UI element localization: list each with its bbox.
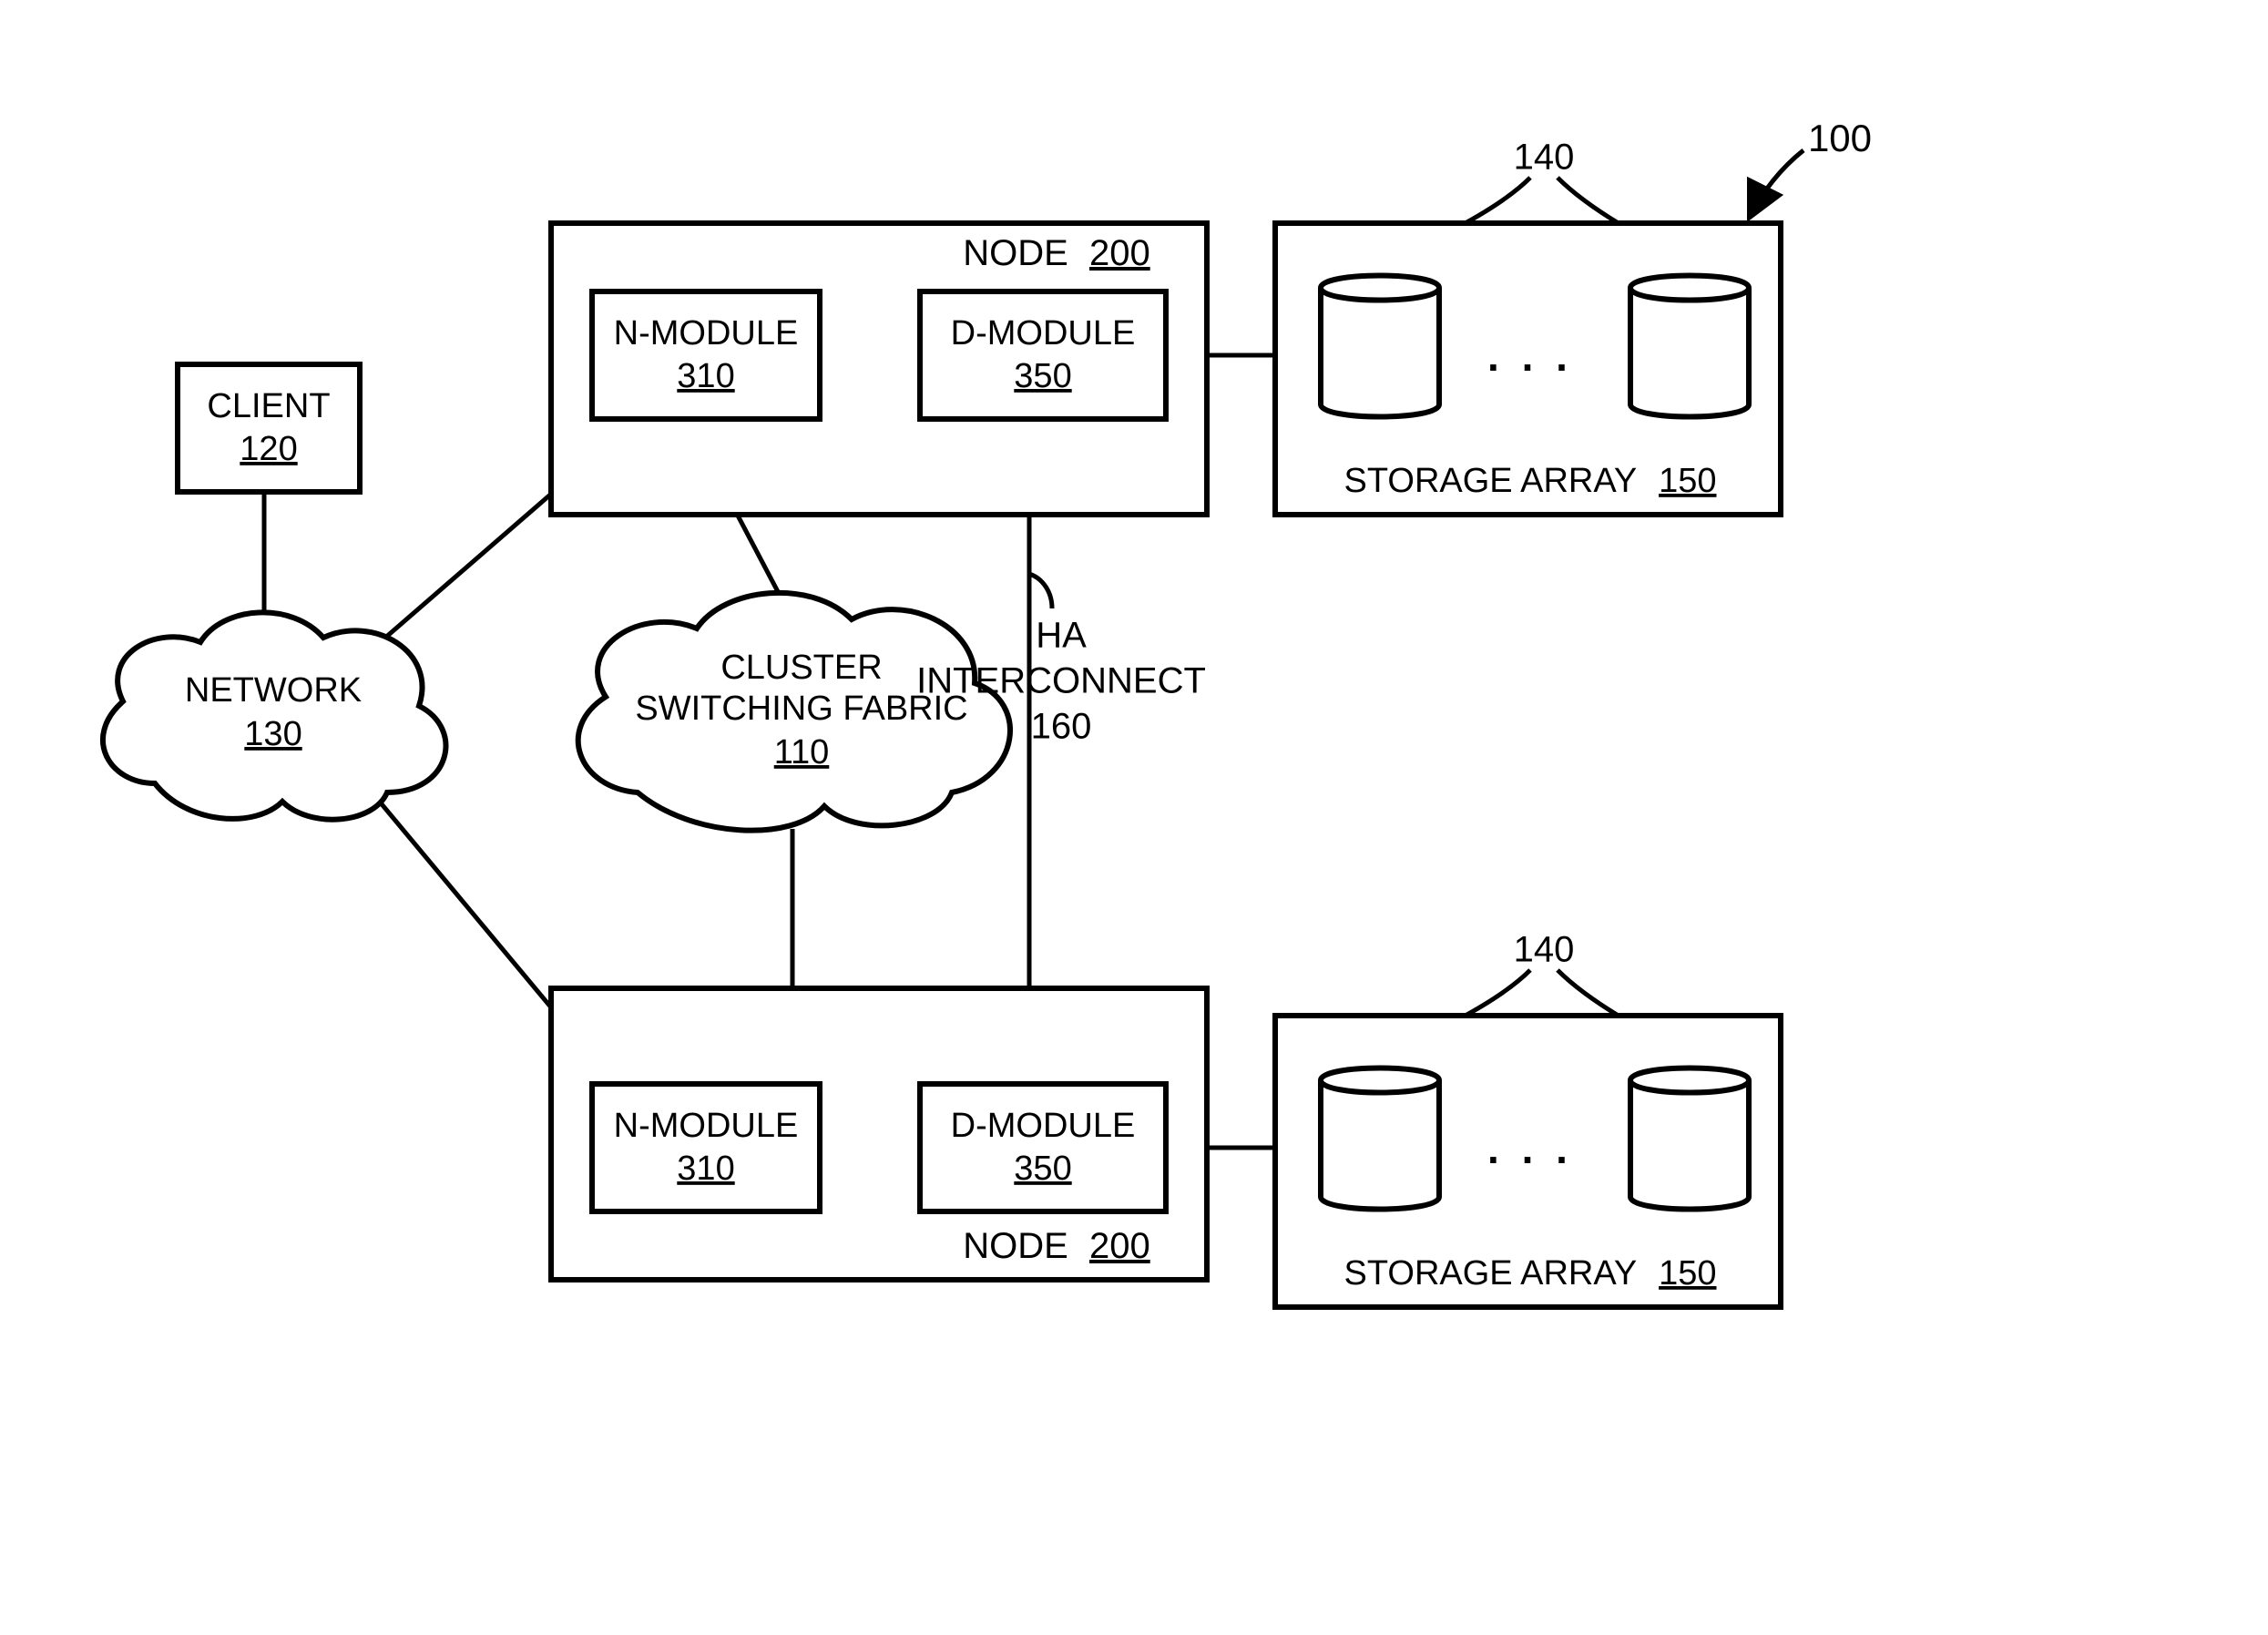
svg-text:STORAGE ARRAY 150: STORAGE ARRAY 150 [1344,462,1717,500]
storage-label: STORAGE ARRAY [1344,1254,1637,1293]
svg-text:NODE 200: NODE 200 [963,1226,1149,1266]
cluster-ref: 110 [774,733,830,772]
callout-100-arrow [1749,150,1803,219]
disk-ref-top: 140 [1514,138,1575,178]
storage-array-bottom: . . . STORAGE ARRAY 150 [1275,1016,1781,1307]
node-label: NODE [963,1226,1068,1266]
client-label: CLIENT [207,387,330,425]
nmod-label: N-MODULE [614,314,799,353]
d-module-top: D-MODULE 350 [920,291,1166,419]
n-module-top: N-MODULE 310 [592,291,820,419]
ha-callout-tick [1029,574,1052,608]
disk-ref-bottom: 140 [1514,930,1575,970]
ellipsis: . . . [1487,1125,1573,1172]
node-label: NODE [963,233,1068,273]
storage-ref: 150 [1659,462,1716,500]
disk-icon [1630,276,1749,417]
network-cloud: NETWORK 130 [103,612,445,819]
disk-icon [1630,1068,1749,1210]
overall-ref: 100 [1808,117,1872,159]
svg-text:NODE 200: NODE 200 [963,233,1149,273]
node-top: NODE 200 N-MODULE 310 D-MODULE 350 [551,223,1207,515]
cluster-fabric-cloud: CLUSTER SWITCHING FABRIC 110 [578,593,1010,831]
dmod-label: D-MODULE [951,314,1136,353]
dmod-ref: 350 [1014,357,1071,395]
nmod-label: N-MODULE [614,1107,799,1145]
ellipsis: . . . [1487,332,1573,380]
cluster-l1: CLUSTER [720,649,882,687]
storage-label: STORAGE ARRAY [1344,462,1637,500]
ha-l1: HA [1036,616,1087,656]
nmod-ref: 310 [677,1150,734,1188]
network-ref: 130 [244,715,301,753]
svg-text:STORAGE ARRAY 150: STORAGE ARRAY 150 [1344,1254,1717,1293]
storage-array-top: . . . STORAGE ARRAY 150 [1275,223,1781,515]
disk-icon [1321,1068,1439,1210]
n-module-bottom: N-MODULE 310 [592,1084,820,1211]
ha-ref: 160 [1031,707,1092,747]
nmod-ref: 310 [677,357,734,395]
d-module-bottom: D-MODULE 350 [920,1084,1166,1211]
node-ref: 200 [1089,1226,1150,1266]
client-box: CLIENT 120 [178,364,360,492]
node-bottom: NODE 200 N-MODULE 310 D-MODULE 350 [551,988,1207,1280]
storage-ref: 150 [1659,1254,1716,1293]
node-ref: 200 [1089,233,1150,273]
network-label: NETWORK [185,671,362,710]
dmod-label: D-MODULE [951,1107,1136,1145]
client-ref: 120 [240,430,297,468]
ha-l2: INTERCONNECT [916,661,1206,701]
dmod-ref: 350 [1014,1150,1071,1188]
disk-icon [1321,276,1439,417]
